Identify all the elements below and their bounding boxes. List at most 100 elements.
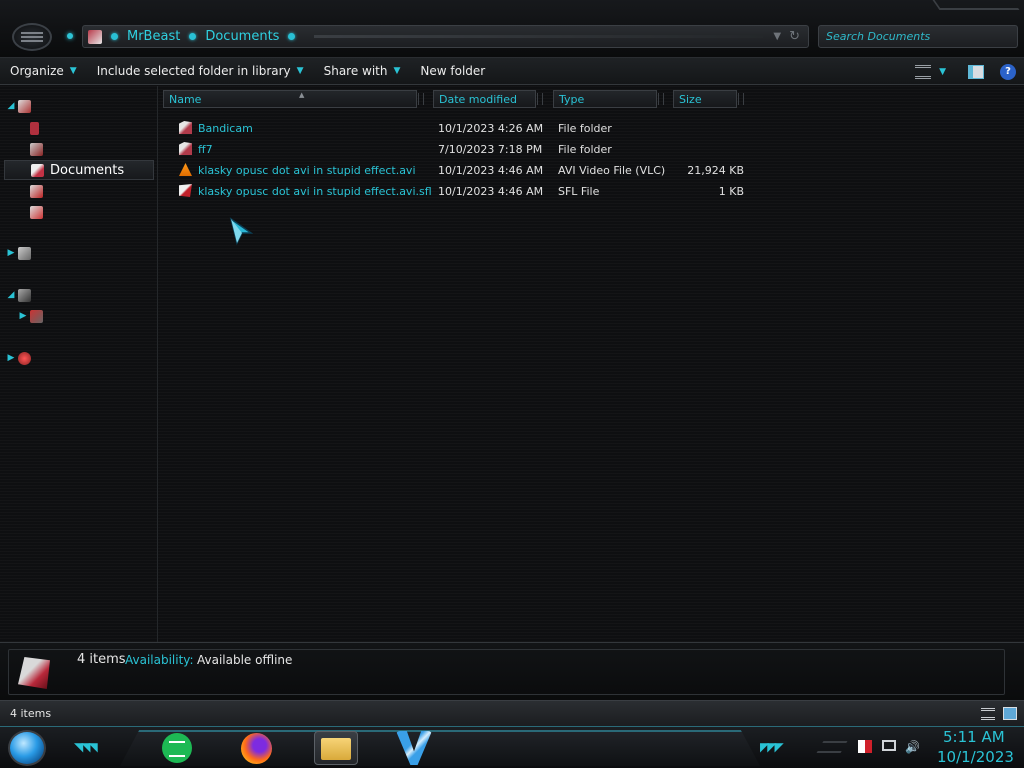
include-label: Include selected folder in library [96,64,291,78]
start-button[interactable] [8,730,46,766]
breadcrumb-mrbeast[interactable]: MrBeast [127,29,180,44]
address-bar[interactable]: MrBeast Documents ▼ ↻ [82,25,809,48]
library-icon [88,29,102,44]
view-controls: ▼ ? [907,58,1024,85]
change-view-icon[interactable] [915,64,932,79]
status-item-count: 4 items [10,707,52,720]
organize-button[interactable]: Organize ▼ [0,58,87,85]
column-header-name[interactable]: Name [163,90,424,108]
command-bar: Organize ▼ Include selected folder in lib… [0,58,1024,85]
file-type: SFL File [558,185,600,198]
tree-item-documents[interactable]: Documents [4,160,154,180]
tree-item-drive[interactable]: ▶ [16,306,49,326]
firefox-app-icon[interactable] [241,733,272,764]
breadcrumb-documents[interactable]: Documents [205,29,279,44]
network-icon[interactable] [882,740,896,751]
sfl-file-icon [179,184,192,197]
homegroup-icon [18,246,31,260]
include-in-library-button[interactable]: Include selected folder in library ▼ [87,58,314,85]
decorative-corner [932,0,1020,10]
help-icon[interactable]: ? [1000,63,1016,80]
file-size: 21,924 KB [687,164,744,177]
share-with-button[interactable]: Share with ▼ [314,58,411,85]
tree-label-documents: Documents [50,162,125,178]
file-date: 10/1/2023 4:26 AM [438,122,544,135]
chevron-down-icon: ▼ [393,66,401,76]
computer-icon [18,288,31,302]
details-view-icon[interactable] [981,708,995,720]
sort-ascending-icon: ▲ [299,91,305,99]
search-input[interactable]: Search Documents [818,25,1018,48]
file-list: Name ▲ Date modified Type Size Bandicam … [159,86,1024,642]
chevron-down-icon[interactable]: ▼ [773,31,781,42]
table-row[interactable]: Bandicam 10/1/2023 4:26 AM File folder [159,118,759,139]
breadcrumb-separator[interactable] [288,33,296,40]
status-bar: 4 items [0,700,1024,726]
mouse-cursor-icon [229,217,253,245]
column-header-size[interactable]: Size [673,90,744,108]
file-type: File folder [558,122,612,135]
tree-item-sub[interactable] [30,118,45,138]
column-header-type[interactable]: Type [553,90,664,108]
large-icons-view-icon[interactable] [1003,707,1017,720]
taskbar: ◥◥◥ ◤◤◤ 🔊 5:11 AM 10/1/2023 [0,726,1024,768]
file-type: AVI Video File (VLC) [558,164,666,177]
file-explorer-app-icon[interactable] [314,731,358,765]
clock-date[interactable]: 10/1/2023 [937,748,1014,766]
file-name: ff7 [198,143,213,156]
recent-pages-dot[interactable] [67,33,73,39]
availability-label: Availability: [125,653,194,667]
spotify-app-icon[interactable] [162,733,192,763]
breadcrumb-separator[interactable] [111,33,118,40]
file-type: File folder [558,143,612,156]
file-name: klasky opusc dot avi in stupid effect.av… [198,164,416,177]
clock-time[interactable]: 5:11 AM [943,728,1005,746]
chevron-down-icon: ▼ [69,66,77,76]
collapsed-arrow-icon[interactable]: ▶ [4,248,18,258]
navigation-pane: ◢ Documents ▶ ◢ ▶ ▶ [0,86,158,642]
network-icon [18,351,31,365]
show-hidden-icons[interactable] [816,741,848,753]
refresh-icon[interactable]: ↻ [789,29,800,44]
title-bar: MrBeast Documents ▼ ↻ Search Documents [0,0,1024,58]
tree-item-sub[interactable] [30,202,49,222]
new-folder-label: New folder [420,64,486,78]
column-date-label: Date modified [439,93,517,106]
tree-item-sub[interactable] [30,139,49,159]
library-icon [30,142,43,156]
action-center-flag-icon[interactable] [858,740,872,753]
vlc-icon [179,163,192,176]
table-row[interactable]: ff7 7/10/2023 7:18 PM File folder [159,139,759,160]
folder-icon [179,142,192,155]
taskbar-plate [120,730,760,766]
column-name-label: Name [169,93,202,106]
column-header-date[interactable]: Date modified [433,90,543,108]
tree-item-libraries[interactable]: ◢ [4,96,37,116]
explorer-window: MrBeast Documents ▼ ↻ Search Documents O… [0,0,1024,726]
tree-item-network[interactable]: ▶ [4,348,37,368]
tree-item-sub[interactable] [30,181,49,201]
decorative-chevrons: ◥◥◥ [74,740,98,754]
organize-label: Organize [10,64,64,78]
back-forward-button[interactable] [12,23,52,51]
file-size: 1 KB [718,185,744,198]
chevron-down-icon[interactable]: ▼ [939,67,946,77]
preview-pane-icon[interactable] [968,64,984,79]
table-row[interactable]: klasky opusc dot avi in stupid effect.av… [159,160,759,181]
table-row[interactable]: klasky opusc dot avi in stupid effect.av… [159,181,759,202]
breadcrumb-separator[interactable] [189,33,197,40]
volume-icon[interactable]: 🔊 [905,740,921,756]
expanded-arrow-icon[interactable]: ◢ [4,101,18,111]
document-icon [30,121,39,135]
collapsed-arrow-icon[interactable]: ▶ [16,311,30,321]
documents-library-icon [31,163,44,177]
tree-item-computer[interactable]: ◢ [4,285,37,305]
chevron-down-icon: ▼ [296,66,304,76]
expanded-arrow-icon[interactable]: ◢ [4,290,18,300]
new-folder-button[interactable]: New folder [410,58,495,85]
decorative-chevrons: ◤◤◤ [760,740,784,754]
column-type-label: Type [559,93,585,106]
collapsed-arrow-icon[interactable]: ▶ [4,353,18,363]
tree-item-homegroup[interactable]: ▶ [4,243,37,263]
library-icon [30,205,43,219]
